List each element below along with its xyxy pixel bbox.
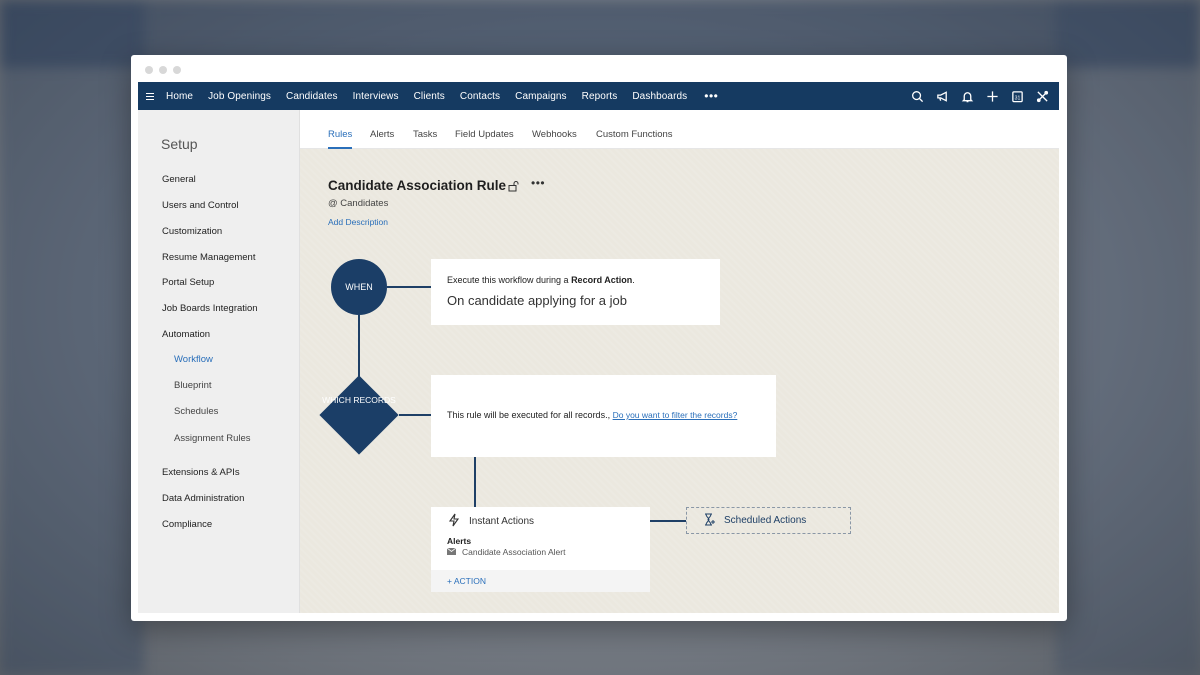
- setup-title: Setup: [161, 136, 198, 152]
- which-card: This rule will be executed for all recor…: [431, 375, 776, 457]
- rule-more-icon[interactable]: •••: [531, 176, 545, 190]
- rule-title: Candidate Association Rule: [328, 178, 507, 193]
- add-action-button[interactable]: + ACTION: [447, 576, 486, 586]
- tab-alerts[interactable]: Alerts: [370, 129, 394, 140]
- sidebar-item-general[interactable]: General: [162, 174, 196, 185]
- nav-actions: 31: [910, 82, 1049, 110]
- sidebar-item-portal-setup[interactable]: Portal Setup: [162, 277, 214, 288]
- workflow-canvas: Candidate Association Rule ••• @ Candida…: [300, 149, 1059, 613]
- nav-job-openings[interactable]: Job Openings: [208, 91, 271, 102]
- alert-name: Candidate Association Alert: [462, 547, 566, 557]
- hamburger-icon[interactable]: [146, 92, 158, 100]
- sidebar-item-automation[interactable]: Automation: [162, 329, 210, 340]
- nav-home[interactable]: Home: [166, 91, 193, 102]
- sidebar-item-job-boards-integration[interactable]: Job Boards Integration: [162, 303, 258, 314]
- tab-rules[interactable]: Rules: [328, 129, 352, 140]
- sidebar-sub-assignment-rules[interactable]: Assignment Rules: [174, 433, 251, 444]
- main-panel: Rules Alerts Tasks Field Updates Webhook…: [300, 110, 1059, 613]
- alerts-heading: Alerts: [447, 536, 472, 546]
- sidebar-item-data-administration[interactable]: Data Administration: [162, 493, 244, 504]
- tab-tasks[interactable]: Tasks: [413, 129, 437, 140]
- alert-item[interactable]: Candidate Association Alert: [446, 547, 566, 557]
- nav-candidates[interactable]: Candidates: [286, 91, 338, 102]
- workflow-tabs: Rules Alerts Tasks Field Updates Webhook…: [300, 110, 1059, 149]
- tools-icon[interactable]: [1035, 89, 1049, 103]
- sidebar-sub-schedules[interactable]: Schedules: [174, 406, 218, 417]
- sidebar-item-compliance[interactable]: Compliance: [162, 519, 212, 530]
- instant-actions-title: Instant Actions: [469, 516, 535, 527]
- lightning-icon: [447, 513, 461, 530]
- tab-field-updates[interactable]: Field Updates: [455, 129, 514, 140]
- top-nav: Home Job Openings Candidates Interviews …: [138, 82, 1059, 110]
- nav-dashboards[interactable]: Dashboards: [632, 91, 687, 102]
- svg-text:31: 31: [1014, 95, 1020, 101]
- connector-which: [399, 414, 431, 416]
- window-controls: [145, 66, 181, 74]
- scheduled-actions-title: Scheduled Actions: [724, 515, 807, 526]
- nav-clients[interactable]: Clients: [414, 91, 445, 102]
- setup-sidebar: Setup General Users and Control Customiz…: [138, 110, 300, 613]
- which-records-label: WHICH RECORDS: [322, 395, 396, 405]
- add-description-link[interactable]: Add Description: [328, 217, 388, 227]
- browser-window: Home Job Openings Candidates Interviews …: [131, 55, 1067, 621]
- nav-interviews[interactable]: Interviews: [353, 91, 399, 102]
- action-bar: + ACTION: [431, 570, 650, 592]
- scheduled-actions-box[interactable]: Scheduled Actions: [686, 507, 851, 534]
- nav-contacts[interactable]: Contacts: [460, 91, 500, 102]
- calendar-icon[interactable]: 31: [1010, 89, 1024, 103]
- which-records-node[interactable]: [319, 375, 399, 455]
- which-description: This rule will be executed for all recor…: [447, 410, 738, 420]
- connector-scheduled: [650, 520, 686, 522]
- nav-more-icon[interactable]: •••: [704, 89, 718, 103]
- search-icon[interactable]: [910, 89, 924, 103]
- rule-module: @ Candidates: [328, 198, 389, 209]
- unlock-icon[interactable]: [508, 179, 520, 197]
- nav-campaigns[interactable]: Campaigns: [515, 91, 566, 102]
- filter-records-link[interactable]: Do you want to filter the records?: [613, 410, 738, 420]
- connector-which-actions: [474, 457, 476, 507]
- sidebar-item-customization[interactable]: Customization: [162, 226, 222, 237]
- minimize-dot[interactable]: [159, 66, 167, 74]
- connector-when: [387, 286, 431, 288]
- tab-webhooks[interactable]: Webhooks: [532, 129, 577, 140]
- plus-icon[interactable]: [985, 89, 999, 103]
- sidebar-sub-workflow[interactable]: Workflow: [174, 354, 213, 365]
- nav-reports[interactable]: Reports: [582, 91, 618, 102]
- sidebar-item-resume-management[interactable]: Resume Management: [162, 252, 255, 263]
- instant-actions-card: Instant Actions Alerts Candidate Associa…: [431, 507, 650, 592]
- sidebar-sub-blueprint[interactable]: Blueprint: [174, 380, 212, 391]
- hourglass-icon: [703, 513, 716, 529]
- sidebar-item-extensions-apis[interactable]: Extensions & APIs: [162, 467, 240, 478]
- sidebar-item-users-and-control[interactable]: Users and Control: [162, 200, 239, 211]
- when-card[interactable]: Execute this workflow during a Record Ac…: [431, 259, 720, 325]
- tab-custom-functions[interactable]: Custom Functions: [596, 129, 673, 140]
- megaphone-icon[interactable]: [935, 89, 949, 103]
- when-condition: On candidate applying for a job: [447, 293, 627, 308]
- maximize-dot[interactable]: [173, 66, 181, 74]
- bell-icon[interactable]: [960, 89, 974, 103]
- app: Home Job Openings Candidates Interviews …: [138, 82, 1059, 613]
- when-node[interactable]: WHEN: [331, 259, 387, 315]
- mail-icon: [446, 547, 457, 557]
- instant-actions-header: Instant Actions: [447, 513, 534, 530]
- body: Setup General Users and Control Customiz…: [138, 110, 1059, 613]
- connector-when-which: [358, 315, 360, 379]
- when-description: Execute this workflow during a Record Ac…: [447, 275, 635, 285]
- close-dot[interactable]: [145, 66, 153, 74]
